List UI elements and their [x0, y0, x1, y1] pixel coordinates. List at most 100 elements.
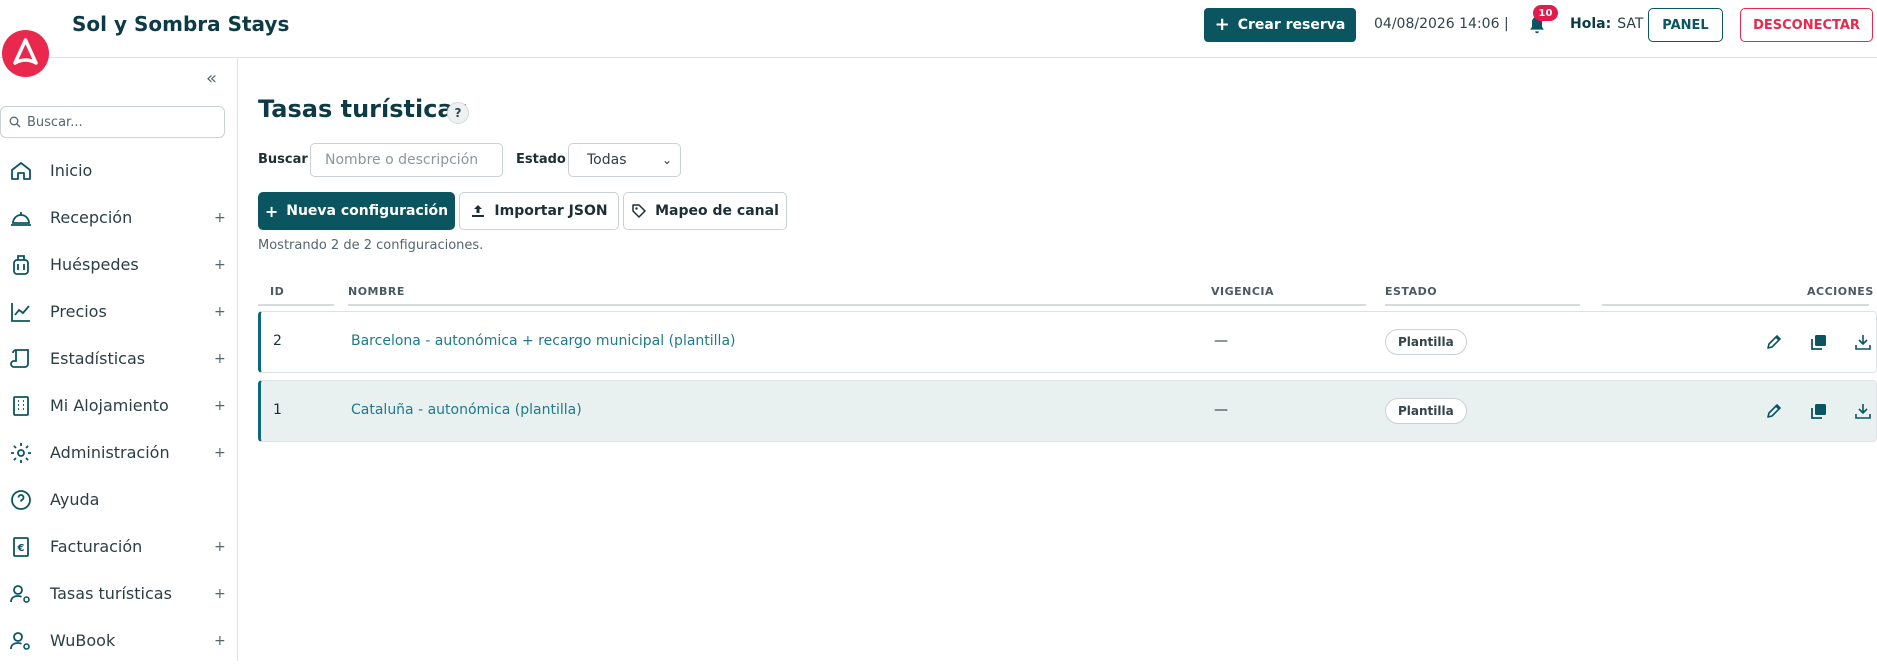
sidebar-item-label: Recepción [50, 208, 133, 227]
datetime: 04/08/2026 14:06 | [1374, 16, 1509, 32]
sidebar-item-label: WuBook [50, 631, 116, 650]
sidebar: « Buscar... Inicio Recepción + Huéspedes… [0, 58, 238, 661]
state-filter-value: Todas [587, 152, 627, 168]
sidebar-item-label: Mi Alojamiento [50, 396, 169, 415]
sidebar-item-label: Administración [50, 443, 170, 462]
search-icon [9, 116, 21, 128]
tag-icon [632, 204, 646, 218]
sidebar-item-label: Tasas turísticas [50, 584, 172, 603]
import-json-label: Importar JSON [494, 203, 608, 219]
upload-icon [472, 205, 485, 217]
expand-plus-icon[interactable]: + [214, 633, 226, 649]
sidebar-nav: Inicio Recepción + Huéspedes + Precios +… [0, 147, 238, 664]
scroll-icon [10, 349, 29, 368]
luggage-icon [13, 255, 29, 275]
duplicate-icon[interactable] [1808, 400, 1830, 422]
header-divider [258, 304, 334, 306]
search-filter-input[interactable]: Nombre o descripción [310, 143, 503, 177]
logout-button[interactable]: DESCONECTAR [1740, 8, 1873, 42]
sidebar-item-recepcion[interactable]: Recepción + [0, 194, 238, 241]
collapse-sidebar-icon[interactable]: « [206, 68, 217, 89]
table-row[interactable]: 1 Cataluña - autonómica (plantilla) — Pl… [258, 380, 1877, 442]
gear-icon [11, 443, 31, 463]
download-icon[interactable] [1852, 331, 1874, 353]
help-button[interactable]: ? [447, 102, 469, 124]
sidebar-item-label: Estadísticas [50, 349, 146, 368]
chart-line-icon [11, 303, 30, 322]
expand-plus-icon[interactable]: + [214, 257, 226, 273]
plus-icon: + [264, 201, 279, 221]
new-configuration-label: Nueva configuración [286, 203, 449, 219]
channel-mapping-button[interactable]: Mapeo de canal [623, 192, 787, 230]
expand-plus-icon[interactable]: + [214, 586, 226, 602]
sidebar-search-input[interactable]: Buscar... [0, 106, 225, 138]
row-id: 1 [273, 402, 282, 418]
expand-plus-icon[interactable]: + [214, 539, 226, 555]
column-header-id: ID [270, 285, 285, 298]
help-circle-icon [11, 490, 31, 510]
sidebar-item-label: Ayuda [50, 490, 100, 509]
sidebar-item-facturacion[interactable]: € Facturación + [0, 523, 238, 570]
header-divider [348, 304, 1245, 306]
brand-logo[interactable] [2, 30, 49, 77]
user-gear-icon [10, 632, 30, 650]
notification-badge: 10 [1533, 5, 1558, 21]
state-filter-label: Estado [516, 152, 566, 167]
status-badge: Plantilla [1385, 329, 1467, 355]
row-name-link[interactable]: Cataluña - autonómica (plantilla) [351, 402, 582, 418]
sidebar-item-inicio[interactable]: Inicio [0, 147, 238, 194]
sidebar-item-precios[interactable]: Precios + [0, 288, 238, 335]
sidebar-item-estadisticas[interactable]: Estadísticas + [0, 335, 238, 382]
edit-pencil-icon[interactable] [1763, 400, 1785, 422]
panel-button[interactable]: PANEL [1648, 8, 1723, 42]
user-name: SAT [1617, 16, 1644, 32]
new-configuration-button[interactable]: + Nueva configuración [258, 192, 455, 230]
sidebar-item-ayuda[interactable]: Ayuda [0, 476, 238, 523]
sidebar-item-mi-alojamiento[interactable]: Mi Alojamiento + [0, 382, 238, 429]
reception-bell-icon [11, 212, 31, 226]
row-id: 2 [273, 333, 282, 349]
building-icon [13, 396, 29, 416]
column-header-estado: ESTADO [1385, 285, 1438, 298]
home-icon [11, 162, 31, 180]
state-filter-select[interactable]: Todas ⌄ [568, 143, 681, 177]
create-reservation-label: Crear reserva [1237, 17, 1346, 33]
create-reservation-button[interactable]: + Crear reserva [1204, 8, 1356, 42]
sidebar-item-huespedes[interactable]: Huéspedes + [0, 241, 238, 288]
status-badge: Plantilla [1385, 398, 1467, 424]
expand-plus-icon[interactable]: + [214, 210, 226, 226]
logo-mark-icon [13, 38, 38, 65]
import-json-button[interactable]: Importar JSON [459, 192, 619, 230]
header-divider [1602, 304, 1869, 306]
sidebar-item-administracion[interactable]: Administración + [0, 429, 238, 476]
sidebar-item-label: Inicio [50, 161, 93, 180]
search-filter-label: Buscar [258, 152, 308, 167]
column-header-vigencia: VIGENCIA [1211, 285, 1275, 298]
sidebar-item-wubook[interactable]: WuBook + [0, 617, 238, 664]
svg-text:€: € [17, 543, 25, 554]
edit-pencil-icon[interactable] [1763, 331, 1785, 353]
column-header-acciones: ACCIONES [1807, 285, 1874, 298]
top-bar: Sol y Sombra Stays + Crear reserva 04/08… [0, 0, 1877, 58]
app-title: Sol y Sombra Stays [72, 12, 290, 36]
duplicate-icon[interactable] [1808, 331, 1830, 353]
sidebar-item-label: Precios [50, 302, 107, 321]
expand-plus-icon[interactable]: + [214, 445, 226, 461]
table-row[interactable]: 2 Barcelona - autonómica + recargo munic… [258, 311, 1877, 373]
row-vigencia: — [1214, 402, 1228, 418]
download-icon[interactable] [1852, 400, 1874, 422]
channel-mapping-label: Mapeo de canal [655, 203, 779, 219]
column-header-name: NOMBRE [348, 285, 405, 298]
sidebar-item-label: Facturación [50, 537, 143, 556]
plus-icon: + [1214, 14, 1230, 35]
results-count: Mostrando 2 de 2 configuraciones. [258, 238, 484, 253]
user-gear-icon [10, 585, 30, 603]
expand-plus-icon[interactable]: + [214, 398, 226, 414]
expand-plus-icon[interactable]: + [214, 351, 226, 367]
row-name-link[interactable]: Barcelona - autonómica + recargo municip… [351, 333, 736, 349]
sidebar-search-placeholder: Buscar... [27, 114, 83, 130]
header-divider [1211, 304, 1366, 306]
expand-plus-icon[interactable]: + [214, 304, 226, 320]
sidebar-item-tasas-turisticas[interactable]: Tasas turísticas + [0, 570, 238, 617]
row-vigencia: — [1214, 333, 1228, 349]
